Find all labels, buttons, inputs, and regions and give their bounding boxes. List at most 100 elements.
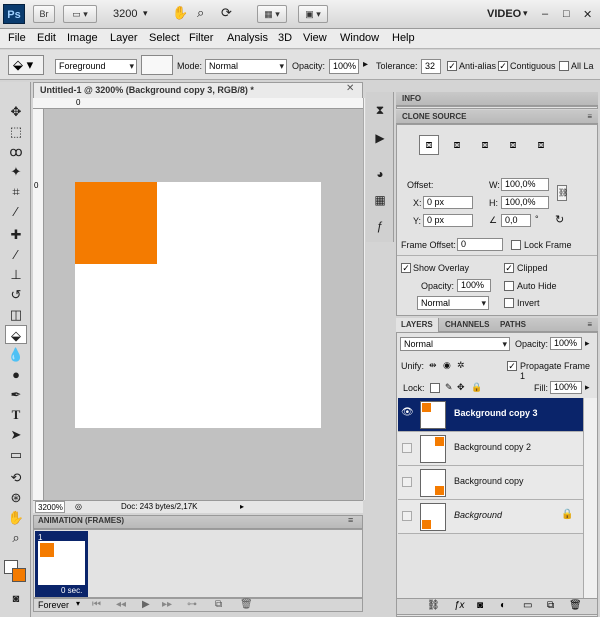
zoom-tool-icon[interactable]: ⌕ xyxy=(197,5,204,21)
pen-tool-icon[interactable]: ✒ xyxy=(5,385,27,404)
h-field[interactable]: 100,0% xyxy=(501,196,549,209)
status-menu-icon[interactable]: ◎ xyxy=(75,501,82,513)
loop-dropdown-icon[interactable]: ▾ xyxy=(76,599,80,608)
visibility-toggle[interactable] xyxy=(402,511,412,521)
animation-panel-title[interactable]: ANIMATION (FRAMES) xyxy=(38,516,124,525)
x-field[interactable]: 0 px xyxy=(423,196,473,209)
menu-analysis[interactable]: Analysis xyxy=(227,32,268,44)
tolerance-field[interactable]: 32 xyxy=(421,59,441,74)
layer-name[interactable]: Background copy 3 xyxy=(454,408,538,418)
minimize-button[interactable]: – xyxy=(542,8,548,20)
antialias-checkbox[interactable]: ✓ xyxy=(447,61,457,71)
magic-wand-tool-icon[interactable]: ✦ xyxy=(5,162,27,181)
3d-orbit-tool-icon[interactable]: ⊛ xyxy=(5,488,27,507)
lasso-tool-icon[interactable]: ꝏ xyxy=(5,142,27,161)
type-tool-icon[interactable]: T xyxy=(5,405,27,424)
prev-frame-icon[interactable]: ◂◂ xyxy=(116,599,126,610)
document-tab[interactable]: Untitled-1 @ 3200% (Background copy 3, R… xyxy=(33,82,363,98)
visibility-toggle[interactable] xyxy=(402,477,412,487)
layer-opacity-field[interactable]: 100% xyxy=(550,337,582,350)
layer-mask-icon[interactable]: ◙ xyxy=(477,600,483,611)
dodge-tool-icon[interactable]: ● xyxy=(5,365,27,384)
menu-select[interactable]: Select xyxy=(149,32,180,44)
tool-preset-picker[interactable]: ⬙ ▾ xyxy=(8,55,44,75)
new-layer-icon[interactable]: ⧉ xyxy=(547,600,554,611)
link-icon[interactable]: ⛓ xyxy=(557,185,568,201)
clone-source-2-icon[interactable]: ⧈ xyxy=(447,135,467,155)
layer-name[interactable]: Background copy 2 xyxy=(454,442,531,452)
view-extras-button[interactable]: ▭ ▾ xyxy=(63,5,97,23)
frame-offset-field[interactable]: 0 xyxy=(457,238,503,251)
opacity-field[interactable]: 100% xyxy=(329,59,359,74)
clone-source-tab[interactable]: CLONE SOURCE xyxy=(402,112,466,121)
mode-select[interactable]: Normal xyxy=(205,59,287,74)
show-overlay-checkbox[interactable]: ✓ xyxy=(401,263,411,273)
blur-tool-icon[interactable]: 💧 xyxy=(5,345,27,364)
actions-panel-icon[interactable]: ▶ xyxy=(371,130,389,146)
play-icon[interactable]: ▶ xyxy=(142,599,150,610)
delete-layer-icon[interactable]: 🗑 xyxy=(569,600,582,611)
hand-tool-icon[interactable]: ✋ xyxy=(172,5,188,21)
layer-blend-select[interactable]: Normal xyxy=(400,337,510,351)
layer-row[interactable]: Background copy xyxy=(398,466,583,500)
tween-icon[interactable]: ⊶ xyxy=(187,599,197,610)
path-selection-tool-icon[interactable]: ➤ xyxy=(5,425,27,444)
eyedropper-tool-icon[interactable]: ⁄ xyxy=(5,202,27,221)
paint-bucket-tool-icon[interactable]: ⬙ xyxy=(5,325,27,344)
info-tab[interactable]: INFO xyxy=(402,94,421,103)
layer-style-icon[interactable]: ƒx xyxy=(454,600,465,611)
link-layers-icon[interactable]: ⛓ xyxy=(427,600,440,611)
lock-transparency-icon[interactable] xyxy=(430,383,440,393)
canvas-scrollbar[interactable] xyxy=(363,98,365,500)
clone-stamp-tool-icon[interactable]: ⊥ xyxy=(5,265,27,284)
history-panel-icon[interactable]: ⧗ xyxy=(371,102,389,118)
menu-edit[interactable]: Edit xyxy=(37,32,56,44)
y-field[interactable]: 0 px xyxy=(423,214,473,227)
menu-layer[interactable]: Layer xyxy=(110,32,138,44)
contiguous-checkbox[interactable]: ✓ xyxy=(498,61,508,71)
lock-position-icon[interactable]: ✥ xyxy=(457,382,465,393)
unify-style-icon[interactable]: ✲ xyxy=(457,360,465,371)
menu-window[interactable]: Window xyxy=(340,32,379,44)
tab-channels[interactable]: CHANNELS xyxy=(441,318,493,331)
fill-field[interactable]: 100% xyxy=(550,381,582,394)
layers-scrollbar[interactable] xyxy=(583,398,597,598)
layer-row[interactable]: 👁 Background copy 3 xyxy=(398,398,583,432)
history-brush-tool-icon[interactable]: ↺ xyxy=(5,285,27,304)
visibility-toggle[interactable] xyxy=(402,443,412,453)
styles-panel-icon[interactable]: ▦ xyxy=(371,192,389,208)
zoom-level-menu[interactable]: 3200 xyxy=(113,8,137,20)
lock-pixels-icon[interactable]: ✎ xyxy=(445,382,453,393)
reset-transform-icon[interactable]: ↻ xyxy=(555,213,564,226)
healing-brush-tool-icon[interactable]: ✚ xyxy=(5,225,27,244)
adjustment-layer-icon[interactable]: ◐ xyxy=(500,600,506,611)
unify-position-icon[interactable]: ⇹ xyxy=(429,360,437,371)
propagate-frame-checkbox[interactable]: ✓ xyxy=(507,361,517,371)
document-close-icon[interactable]: ✕ xyxy=(346,83,354,94)
clone-source-4-icon[interactable]: ⧈ xyxy=(503,135,523,155)
menu-help[interactable]: Help xyxy=(392,32,415,44)
eraser-tool-icon[interactable]: ◫ xyxy=(5,305,27,324)
move-tool-icon[interactable]: ✥ xyxy=(5,102,27,121)
clone-source-menu-icon[interactable]: ≡ xyxy=(587,110,592,123)
workspace-switcher[interactable]: VIDEO xyxy=(487,8,521,20)
visibility-eye-icon[interactable]: 👁 xyxy=(401,407,414,418)
fill-slider-icon[interactable]: ▸ xyxy=(585,382,590,393)
quick-mask-icon[interactable]: ◙ xyxy=(5,590,27,609)
layer-row[interactable]: Background copy 2 xyxy=(398,432,583,466)
tab-layers[interactable]: LAYERS xyxy=(396,318,439,332)
clone-source-3-icon[interactable]: ⧈ xyxy=(475,135,495,155)
rotate-view-icon[interactable]: ⟳ xyxy=(221,5,232,21)
unify-visibility-icon[interactable]: ◉ xyxy=(443,360,451,371)
layer-row[interactable]: Background 🔒 xyxy=(398,500,583,534)
pattern-picker[interactable] xyxy=(141,55,173,75)
invert-checkbox[interactable] xyxy=(504,298,514,308)
menu-filter[interactable]: Filter xyxy=(189,32,213,44)
status-arrow-icon[interactable]: ▸ xyxy=(240,501,244,513)
menu-3d[interactable]: 3D xyxy=(278,32,292,44)
shape-tool-icon[interactable]: ▭ xyxy=(5,445,27,464)
swatches-panel-icon[interactable]: ◕ xyxy=(371,166,389,182)
bridge-button[interactable]: Br xyxy=(33,5,55,23)
menu-view[interactable]: View xyxy=(303,32,327,44)
next-frame-icon[interactable]: ▸▸ xyxy=(162,599,172,610)
